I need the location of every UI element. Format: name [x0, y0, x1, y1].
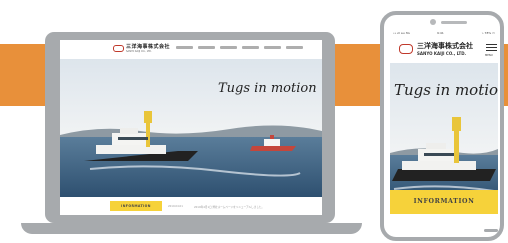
- hero-image: Tugs in motion: [390, 63, 498, 199]
- hero-tagline: Tugs in motion: [394, 81, 498, 99]
- nav-item[interactable]: [176, 46, 193, 49]
- info-bar: INFORMATION 2019.04.01 2019年4月1日 弊社ホームペー…: [60, 197, 322, 215]
- nav-item[interactable]: [286, 46, 303, 49]
- main-nav: [176, 46, 303, 49]
- menu-label[interactable]: MENU: [485, 54, 493, 57]
- nav-item[interactable]: [264, 46, 281, 49]
- hero-image: Tugs in motion: [60, 59, 322, 197]
- laptop-screen: 三洋海事株式会社 SANYO KAIJI CO., LTD. Tugs in m…: [60, 40, 322, 215]
- harbor-tugboat-photo: [60, 59, 322, 197]
- company-name-jp[interactable]: 三洋海事株式会社: [417, 41, 473, 51]
- nav-item[interactable]: [220, 46, 237, 49]
- camera-icon: [430, 19, 436, 25]
- laptop-base: [21, 223, 362, 234]
- battery-indicator: ⌁ 78% ▭: [481, 31, 495, 35]
- hamburger-menu-icon[interactable]: [486, 44, 497, 53]
- phone-screen: •••ll au 3G 9:41 ⌁ 78% ▭ 三洋海事株式会社 SANYO …: [390, 30, 498, 214]
- news-headline[interactable]: 2019年4月1日 弊社ホームページをリニューアルしました。: [194, 205, 264, 209]
- company-logo-icon[interactable]: [399, 44, 413, 54]
- information-button[interactable]: INFORMATION: [390, 190, 498, 214]
- site-header: 三洋海事株式会社 SANYO KAIJI CO., LTD.: [60, 40, 322, 59]
- information-button[interactable]: INFORMATION: [110, 201, 162, 211]
- hero-tagline: Tugs in motion: [218, 81, 317, 96]
- status-time: 9:41: [437, 31, 444, 35]
- nav-item[interactable]: [242, 46, 259, 49]
- company-name-en: SANYO KAIJI CO., LTD.: [126, 50, 152, 53]
- company-logo-icon[interactable]: [113, 45, 124, 52]
- nav-item[interactable]: [198, 46, 215, 49]
- signal-indicator: •••ll au 3G: [393, 31, 410, 35]
- speaker-grille: [441, 21, 467, 24]
- company-name-jp[interactable]: 三洋海事株式会社: [126, 43, 170, 50]
- home-indicator: [484, 229, 498, 232]
- company-name-en: SANYO KAIJI CO., LTD.: [417, 51, 467, 56]
- news-date: 2019.04.01: [168, 205, 183, 208]
